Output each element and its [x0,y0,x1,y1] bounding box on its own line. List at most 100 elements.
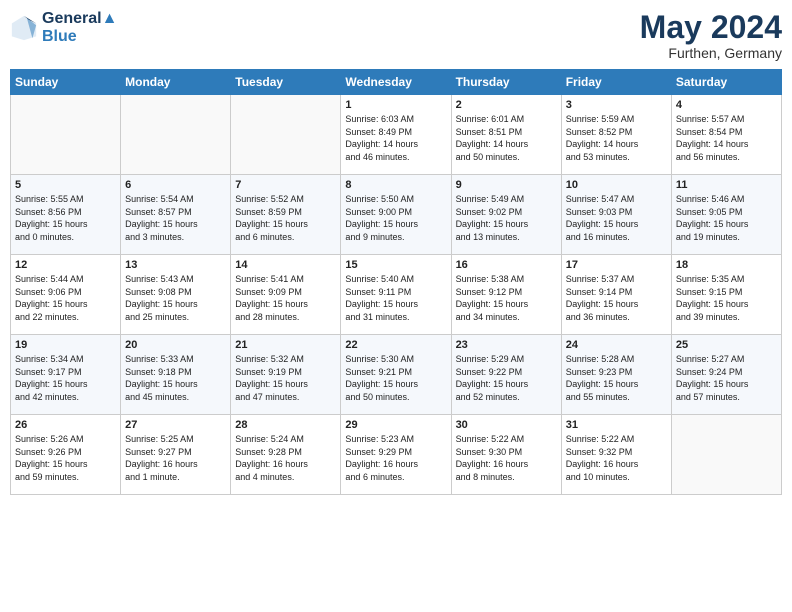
table-cell: 8Sunrise: 5:50 AMSunset: 9:00 PMDaylight… [341,175,451,255]
day-info: Sunrise: 5:46 AMSunset: 9:05 PMDaylight:… [676,193,777,243]
day-info: Sunrise: 5:32 AMSunset: 9:19 PMDaylight:… [235,353,336,403]
day-number: 5 [15,179,116,191]
header-saturday: Saturday [671,70,781,95]
day-info: Sunrise: 5:34 AMSunset: 9:17 PMDaylight:… [15,353,116,403]
logo-text: General▲ Blue [42,10,117,45]
table-cell: 12Sunrise: 5:44 AMSunset: 9:06 PMDayligh… [11,255,121,335]
day-number: 12 [15,259,116,271]
table-cell: 18Sunrise: 5:35 AMSunset: 9:15 PMDayligh… [671,255,781,335]
day-number: 27 [125,419,226,431]
day-number: 10 [566,179,667,191]
location: Furthen, Germany [640,45,782,61]
header-tuesday: Tuesday [231,70,341,95]
table-cell: 2Sunrise: 6:01 AMSunset: 8:51 PMDaylight… [451,95,561,175]
table-cell: 22 Sunrise: 5:30 AMSunset: 9:21 PMDayligh… [341,335,451,415]
header-wednesday: Wednesday [341,70,451,95]
page-header: General▲ Blue May 2024 Furthen, Germany [10,10,782,61]
day-number: 7 [235,179,336,191]
table-cell: 16 Sunrise: 5:38 AMSunset: 9:12 PMDayligh… [451,255,561,335]
day-number: 21 [235,339,336,351]
table-cell: 26 Sunrise: 5:26 AMSunset: 9:26 PMDayligh… [11,415,121,495]
day-info: Sunrise: 5:54 AMSunset: 8:57 PMDaylight:… [125,193,226,243]
day-number: 3 [566,99,667,111]
table-cell: 28Sunrise: 5:24 AMSunset: 9:28 PMDayligh… [231,415,341,495]
logo: General▲ Blue [10,10,117,45]
day-number: 26 [15,419,116,431]
day-info: Sunrise: 5:41 AMSunset: 9:09 PMDaylight:… [235,273,336,323]
week-row-4: 19 Sunrise: 5:34 AMSunset: 9:17 PMDayligh… [11,335,782,415]
day-number: 20 [125,339,226,351]
table-cell: 5 Sunrise: 5:55 AMSunset: 8:56 PMDaylight… [11,175,121,255]
day-info: Sunrise: 5:37 AMSunset: 9:14 PMDaylight:… [566,273,667,323]
day-info: Sunrise: 5:38 AMSunset: 9:12 PMDaylight:… [456,273,557,323]
table-cell [121,95,231,175]
day-number: 16 [456,259,557,271]
day-info: Sunrise: 5:27 AMSunset: 9:24 PMDaylight:… [676,353,777,403]
week-row-2: 5 Sunrise: 5:55 AMSunset: 8:56 PMDaylight… [11,175,782,255]
table-cell: 31Sunrise: 5:22 AMSunset: 9:32 PMDayligh… [561,415,671,495]
day-info: Sunrise: 5:33 AMSunset: 9:18 PMDaylight:… [125,353,226,403]
table-cell: 17 Sunrise: 5:37 AMSunset: 9:14 PMDayligh… [561,255,671,335]
day-info: Sunrise: 5:40 AMSunset: 9:11 PMDaylight:… [345,273,446,323]
day-number: 25 [676,339,777,351]
header-thursday: Thursday [451,70,561,95]
calendar-table: SundayMondayTuesdayWednesdayThursdayFrid… [10,69,782,495]
table-cell: 6 Sunrise: 5:54 AMSunset: 8:57 PMDaylight… [121,175,231,255]
day-number: 2 [456,99,557,111]
day-info: Sunrise: 6:03 AMSunset: 8:49 PMDaylight:… [345,113,446,163]
day-info: Sunrise: 5:57 AMSunset: 8:54 PMDaylight:… [676,113,777,163]
day-info: Sunrise: 5:22 AMSunset: 9:30 PMDaylight:… [456,433,557,483]
day-number: 19 [15,339,116,351]
table-cell: 29 Sunrise: 5:23 AMSunset: 9:29 PMDayligh… [341,415,451,495]
day-info: Sunrise: 5:47 AMSunset: 9:03 PMDaylight:… [566,193,667,243]
day-info: Sunrise: 5:28 AMSunset: 9:23 PMDaylight:… [566,353,667,403]
table-cell: 19 Sunrise: 5:34 AMSunset: 9:17 PMDayligh… [11,335,121,415]
table-cell [11,95,121,175]
logo-icon [10,14,38,42]
day-info: Sunrise: 5:23 AMSunset: 9:29 PMDaylight:… [345,433,446,483]
day-number: 22 [345,339,446,351]
table-cell: 24 Sunrise: 5:28 AMSunset: 9:23 PMDayligh… [561,335,671,415]
table-cell: 15 Sunrise: 5:40 AMSunset: 9:11 PMDayligh… [341,255,451,335]
day-info: Sunrise: 5:26 AMSunset: 9:26 PMDaylight:… [15,433,116,483]
day-info: Sunrise: 5:29 AMSunset: 9:22 PMDaylight:… [456,353,557,403]
week-row-5: 26 Sunrise: 5:26 AMSunset: 9:26 PMDayligh… [11,415,782,495]
day-number: 18 [676,259,777,271]
table-cell: 9 Sunrise: 5:49 AMSunset: 9:02 PMDaylight… [451,175,561,255]
table-cell: 30Sunrise: 5:22 AMSunset: 9:30 PMDayligh… [451,415,561,495]
header-sunday: Sunday [11,70,121,95]
days-header-row: SundayMondayTuesdayWednesdayThursdayFrid… [11,70,782,95]
day-info: Sunrise: 5:49 AMSunset: 9:02 PMDaylight:… [456,193,557,243]
day-number: 6 [125,179,226,191]
day-number: 1 [345,99,446,111]
day-number: 9 [456,179,557,191]
day-info: Sunrise: 5:43 AMSunset: 9:08 PMDaylight:… [125,273,226,323]
day-number: 29 [345,419,446,431]
day-info: Sunrise: 5:52 AMSunset: 8:59 PMDaylight:… [235,193,336,243]
day-number: 17 [566,259,667,271]
table-cell: 21 Sunrise: 5:32 AMSunset: 9:19 PMDayligh… [231,335,341,415]
header-monday: Monday [121,70,231,95]
table-cell: 20 Sunrise: 5:33 AMSunset: 9:18 PMDayligh… [121,335,231,415]
day-info: Sunrise: 5:55 AMSunset: 8:56 PMDaylight:… [15,193,116,243]
day-info: Sunrise: 5:22 AMSunset: 9:32 PMDaylight:… [566,433,667,483]
day-number: 15 [345,259,446,271]
table-cell: 27Sunrise: 5:25 AMSunset: 9:27 PMDayligh… [121,415,231,495]
table-cell: 23Sunrise: 5:29 AMSunset: 9:22 PMDayligh… [451,335,561,415]
table-cell: 7 Sunrise: 5:52 AMSunset: 8:59 PMDaylight… [231,175,341,255]
day-info: Sunrise: 5:59 AMSunset: 8:52 PMDaylight:… [566,113,667,163]
day-number: 24 [566,339,667,351]
table-cell: 25 Sunrise: 5:27 AMSunset: 9:24 PMDayligh… [671,335,781,415]
table-cell [231,95,341,175]
day-number: 11 [676,179,777,191]
day-info: Sunrise: 5:30 AMSunset: 9:21 PMDaylight:… [345,353,446,403]
week-row-1: 1 Sunrise: 6:03 AMSunset: 8:49 PMDaylight… [11,95,782,175]
header-friday: Friday [561,70,671,95]
day-number: 13 [125,259,226,271]
day-info: Sunrise: 5:24 AMSunset: 9:28 PMDaylight:… [235,433,336,483]
table-cell: 13 Sunrise: 5:43 AMSunset: 9:08 PMDayligh… [121,255,231,335]
table-cell: 1 Sunrise: 6:03 AMSunset: 8:49 PMDaylight… [341,95,451,175]
week-row-3: 12Sunrise: 5:44 AMSunset: 9:06 PMDayligh… [11,255,782,335]
day-info: Sunrise: 5:50 AMSunset: 9:00 PMDaylight:… [345,193,446,243]
day-number: 4 [676,99,777,111]
